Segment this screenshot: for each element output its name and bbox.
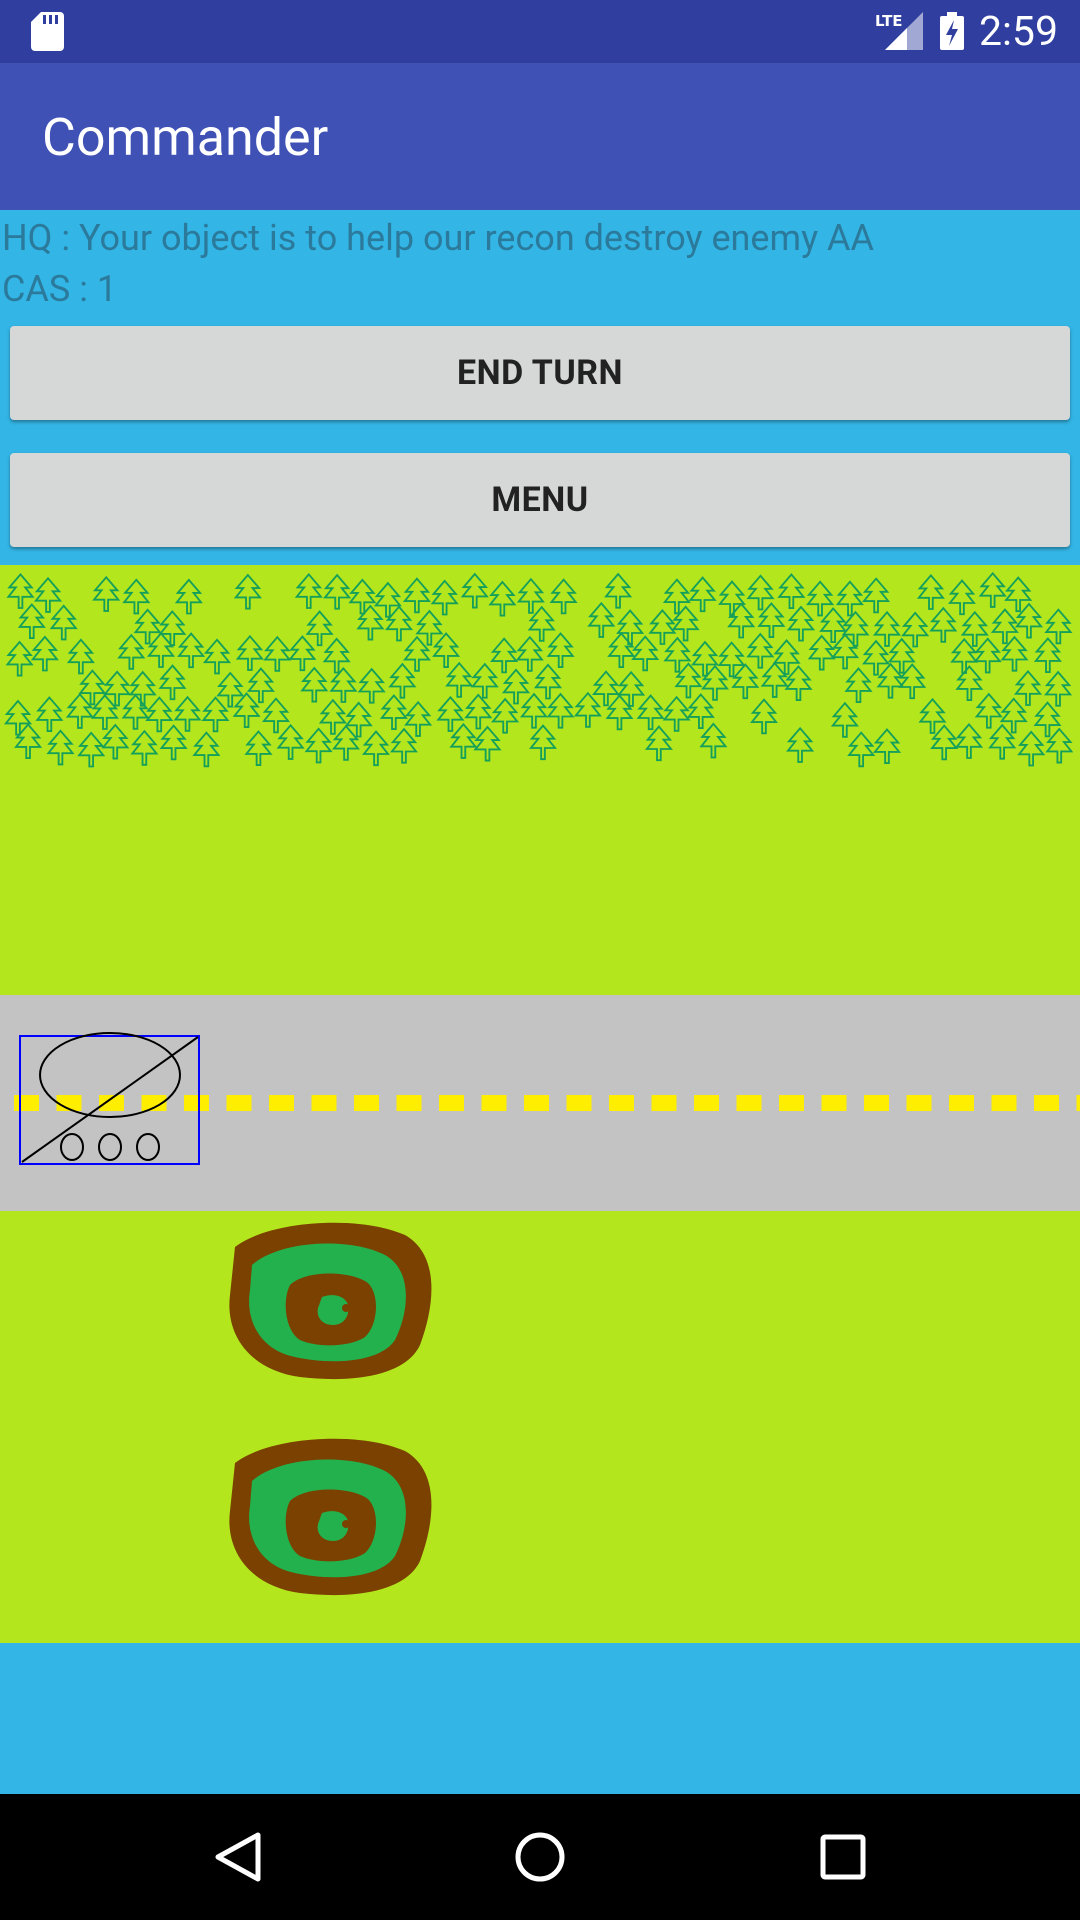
- road-dash: [864, 1095, 889, 1111]
- road-dash: [694, 1095, 719, 1111]
- road-dash: [821, 1095, 847, 1111]
- network-label: LTE: [875, 12, 903, 30]
- road-dash: [566, 1095, 592, 1111]
- back-icon[interactable]: [210, 1827, 270, 1887]
- game-board[interactable]: [0, 565, 1080, 1643]
- road-dash: [1076, 1095, 1080, 1111]
- road-dash: [14, 1095, 39, 1111]
- navigation-bar: [0, 1794, 1080, 1920]
- hill-terrain[interactable]: [229, 1222, 432, 1380]
- battery-charging-icon: [940, 12, 964, 50]
- road-dash: [609, 1095, 634, 1111]
- home-icon[interactable]: [513, 1827, 567, 1887]
- content-area: HQ : Your object is to help our recon de…: [0, 210, 1080, 1794]
- cas-count: CAS : 1: [2, 268, 118, 310]
- road-dash: [226, 1095, 252, 1111]
- road-dash: [779, 1095, 804, 1111]
- road-dash: [184, 1095, 209, 1111]
- recents-icon[interactable]: [818, 1827, 868, 1887]
- road-dash: [439, 1095, 464, 1111]
- road-dash: [949, 1095, 974, 1111]
- sd-card-icon: [31, 12, 64, 51]
- road-dash: [396, 1095, 422, 1111]
- road-dash: [354, 1095, 379, 1111]
- road-dash: [651, 1095, 677, 1111]
- status-bar: LTE 2:59: [0, 0, 1080, 63]
- menu-button[interactable]: MENU: [10, 453, 1070, 547]
- clock: 2:59: [978, 8, 1058, 56]
- road-dash: [991, 1095, 1017, 1111]
- road-dash: [524, 1095, 549, 1111]
- hq-message: HQ : Your object is to help our recon de…: [2, 217, 875, 259]
- road-dash: [736, 1095, 762, 1111]
- app-bar: Commander: [0, 63, 1080, 210]
- end-turn-button[interactable]: END TURN: [10, 326, 1070, 420]
- road-dash: [311, 1095, 337, 1111]
- road-dash: [906, 1095, 932, 1111]
- lte-signal-icon: LTE: [875, 12, 923, 50]
- road-dash: [481, 1095, 507, 1111]
- hill-terrain[interactable]: [229, 1438, 432, 1596]
- app-title: Commander: [42, 107, 329, 168]
- road-dash: [1034, 1095, 1059, 1111]
- grass-field-bottom: [0, 1211, 1080, 1643]
- road-dash: [269, 1095, 294, 1111]
